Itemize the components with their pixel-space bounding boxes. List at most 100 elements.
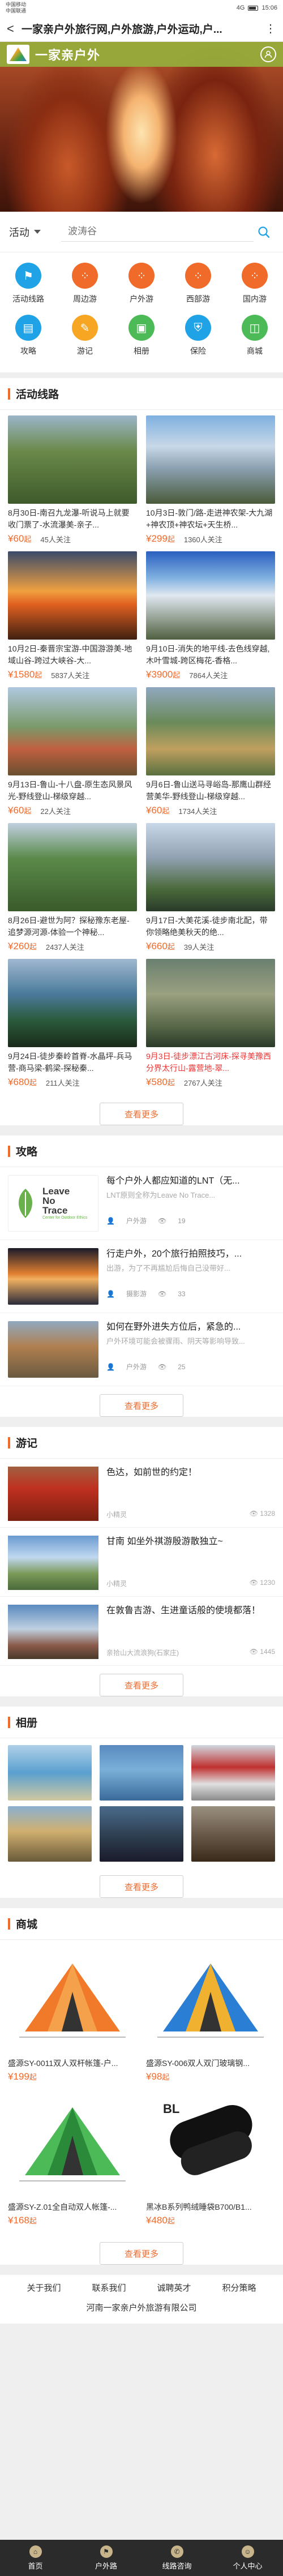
- category-label: 户外游: [130, 294, 153, 303]
- grid-icon: ⁘: [72, 263, 98, 289]
- route-attention: 45人关注: [40, 535, 71, 544]
- product-title: 盛源SY-0011双人双杆帐篷-户...: [8, 2059, 118, 2068]
- route-attention: 1734人关注: [178, 807, 217, 816]
- route-title: 9月24日-徒步秦岭首脊-水晶坪-兵马营-商马梁-鹤梁-探秘秦...: [8, 1052, 132, 1073]
- album-thumbnail[interactable]: [191, 1745, 275, 1801]
- section-header: 游记: [0, 1427, 283, 1459]
- category-2[interactable]: ⁘ 户外游: [113, 263, 170, 315]
- guide-item[interactable]: Leave No Trace Center for Outdoor Ethics…: [0, 1167, 283, 1240]
- route-attention: 7864人关注: [189, 671, 228, 680]
- mobile-page: 中国移动 中国联通 4G 15:06 < 一家亲户外旅行网,户外旅游,户外运动,…: [0, 0, 283, 2576]
- view-more-journals-button[interactable]: 查看更多: [100, 1674, 183, 1696]
- album-thumbnail[interactable]: [8, 1745, 92, 1801]
- view-more-albums-button[interactable]: 查看更多: [100, 1875, 183, 1898]
- home-icon: ⌂: [29, 2545, 42, 2558]
- category-1[interactable]: ⁘ 周边游: [57, 263, 113, 315]
- route-photo: [146, 823, 275, 911]
- route-card[interactable]: 9月13日-鲁山-十八盘-原生态风景风光-野线登山-梯级穿越... ¥60起 22…: [8, 687, 137, 816]
- product-image: [146, 1947, 275, 2054]
- user-icon[interactable]: [260, 46, 276, 62]
- journal-photo: [8, 1536, 98, 1590]
- phone-icon: ✆: [170, 2545, 183, 2558]
- category-8[interactable]: ⛨ 保险: [170, 315, 226, 367]
- product-card[interactable]: 盛源SY-006双人双门玻璃钢... ¥98起: [146, 1947, 275, 2082]
- journal-item[interactable]: 色达，如前世的约定！ 小精灵 👁 1328: [0, 1459, 283, 1528]
- journal-title: 甘南 如坐外祺游殷游散独立~: [106, 1537, 223, 1546]
- journal-item[interactable]: 甘南 如坐外祺游殷游散独立~ 小精灵 👁 1230: [0, 1528, 283, 1597]
- route-card[interactable]: 9月24日-徒步秦岭首脊-水晶坪-兵马营-商马梁-鹤梁-探秘秦... ¥680起…: [8, 959, 137, 1088]
- category-0[interactable]: ⚑ 活动线路: [0, 263, 57, 315]
- product-title: 盛源SY-Z.01全自动双人帐篷-...: [8, 2202, 117, 2211]
- journal-photo: [8, 1467, 98, 1521]
- search-input[interactable]: [61, 222, 254, 242]
- hero-banner[interactable]: 一家亲户外: [0, 42, 283, 212]
- tab-home[interactable]: ⌂ 首页: [0, 2540, 71, 2576]
- canyon-photo: [0, 42, 283, 212]
- tab-consult[interactable]: ✆ 线路咨询: [142, 2540, 212, 2576]
- lnt-logo: Leave No Trace Center for Outdoor Ethics: [8, 1175, 98, 1232]
- section-header: 相册: [0, 1707, 283, 1738]
- user-icon: 👤: [106, 1216, 115, 1225]
- product-card[interactable]: 盛源SY-Z.01全自动双人帐篷-... ¥168起: [8, 2090, 137, 2226]
- category-6[interactable]: ✎ 游记: [57, 315, 113, 367]
- route-title: 9月13日-鲁山-十八盘-原生态风景风光-野线登山-梯级穿越...: [8, 780, 132, 801]
- category-4[interactable]: ⁘ 国内游: [226, 263, 283, 315]
- route-card[interactable]: 8月30日-南召九龙瀑-听说马上就要收门票了-水流瀑美-亲子... ¥60起 45…: [8, 415, 137, 545]
- route-title: 9月3日-徒步漂江古河床-探寻美豫西分界太行山-露营地-翠...: [146, 1052, 271, 1073]
- section-title: 攻略: [16, 1146, 38, 1158]
- footer-link-jobs[interactable]: 诚聘英才: [157, 2282, 191, 2294]
- album-thumbnail[interactable]: [8, 1806, 92, 1862]
- route-photo: [8, 687, 137, 775]
- category-label: 攻略: [20, 346, 36, 355]
- category-7[interactable]: ▣ 相册: [113, 315, 170, 367]
- search-type-select[interactable]: 活动: [9, 225, 61, 239]
- person-icon: ☺: [241, 2545, 254, 2558]
- footer-link-points[interactable]: 积分策略: [222, 2282, 256, 2294]
- view-more-products-button[interactable]: 查看更多: [100, 2242, 183, 2265]
- tab-label: 户外路: [95, 2561, 117, 2570]
- album-thumbnail[interactable]: [191, 1806, 275, 1862]
- route-card[interactable]: 10月2日-秦晋宗宝游-中国游游美-地域山谷-跨过大峡谷-大... ¥1580起…: [8, 551, 137, 680]
- journal-item[interactable]: 在敦鲁吉游、生进童话般的使境都落！ 亲拾山大流浪狗(石家庄) 👁 1445: [0, 1597, 283, 1666]
- route-attention: 2767人关注: [183, 1078, 222, 1087]
- tab-label: 首页: [28, 2561, 43, 2570]
- route-card[interactable]: 9月6日-鲁山送马寻峪岛-那鹰山群经营美华-野线登山-梯级穿越... ¥60起 1…: [146, 687, 275, 816]
- route-card[interactable]: 8月26日-避世为阿？探秘豫东老屋-追梦源河源-体验一个神秘... ¥260起 2…: [8, 823, 137, 952]
- back-arrow-icon[interactable]: <: [7, 22, 22, 36]
- category-5[interactable]: ▤ 攻略: [0, 315, 57, 367]
- album-thumbnail[interactable]: [100, 1806, 183, 1862]
- footer-link-about[interactable]: 关于我们: [27, 2282, 61, 2294]
- footer-link-contact[interactable]: 联系我们: [92, 2282, 126, 2294]
- category-9[interactable]: ◫ 商城: [226, 315, 283, 367]
- journal-author: 小精灵: [106, 1511, 127, 1519]
- view-more-guides-button[interactable]: 查看更多: [100, 1394, 183, 1417]
- product-card[interactable]: 盛源SY-0011双人双杆帐篷-户... ¥199起: [8, 1947, 137, 2082]
- route-card[interactable]: 9月3日-徒步漂江古河床-探寻美豫西分界太行山-露营地-翠... ¥580起 27…: [146, 959, 275, 1088]
- tab-profile[interactable]: ☺ 个人中心: [212, 2540, 283, 2576]
- chevron-down-icon: [34, 230, 41, 234]
- view-more-routes-button[interactable]: 查看更多: [100, 1103, 183, 1125]
- category-3[interactable]: ⁘ 西部游: [170, 263, 226, 315]
- journal-author: 亲拾山大流浪狗(石家庄): [106, 1649, 179, 1657]
- guide-author: 户外游: [126, 1217, 147, 1225]
- bottom-tab-bar: ⌂ 首页 ⚑ 户外路 ✆ 线路咨询 ☺ 个人中心: [0, 2540, 283, 2576]
- search-icon[interactable]: [254, 222, 274, 242]
- guide-item[interactable]: 行走户外，20个旅行拍照技巧，... 出游，为了不再尴尬后悔自己没带好... 👤…: [0, 1240, 283, 1313]
- section-header: 活动线路: [0, 378, 283, 410]
- search-type-label: 活动: [9, 226, 29, 238]
- flag-icon: ⚑: [15, 263, 41, 289]
- route-card[interactable]: 9月10日-消失的地平线-去色线穿越,木叶雪城-跨区梅花-香格... ¥3900…: [146, 551, 275, 680]
- guide-desc: 出游，为了不再尴尬后悔自己没带好...: [106, 1264, 230, 1272]
- brand-header: 一家亲户外: [0, 42, 283, 67]
- guide-item[interactable]: 如何在野外进失方位后，紧急的... 户外环境可能会被骤雨、阴天等影响导致... …: [0, 1313, 283, 1386]
- more-menu-icon[interactable]: ⋮: [261, 22, 276, 36]
- tab-routes[interactable]: ⚑ 户外路: [71, 2540, 142, 2576]
- route-card[interactable]: 10月3日-敦门/路-走进神农架-大九湖+神农顶+神农坛+天生桥... ¥299…: [146, 415, 275, 545]
- album-thumbnail[interactable]: [100, 1745, 183, 1801]
- logo[interactable]: [7, 45, 29, 64]
- guide-desc: 户外环境可能会被骤雨、阴天等影响导致...: [106, 1337, 245, 1345]
- product-price: ¥480起: [146, 2215, 175, 2226]
- grid-icon: ⁘: [185, 263, 211, 289]
- route-card[interactable]: 9月17日-大美花溪-徒步南北配，带你领略绝美秋天的绝... ¥660起 39人关…: [146, 823, 275, 952]
- product-card[interactable]: BL 黑冰B系列鸭绒睡袋B700/B1... ¥480起: [146, 2090, 275, 2226]
